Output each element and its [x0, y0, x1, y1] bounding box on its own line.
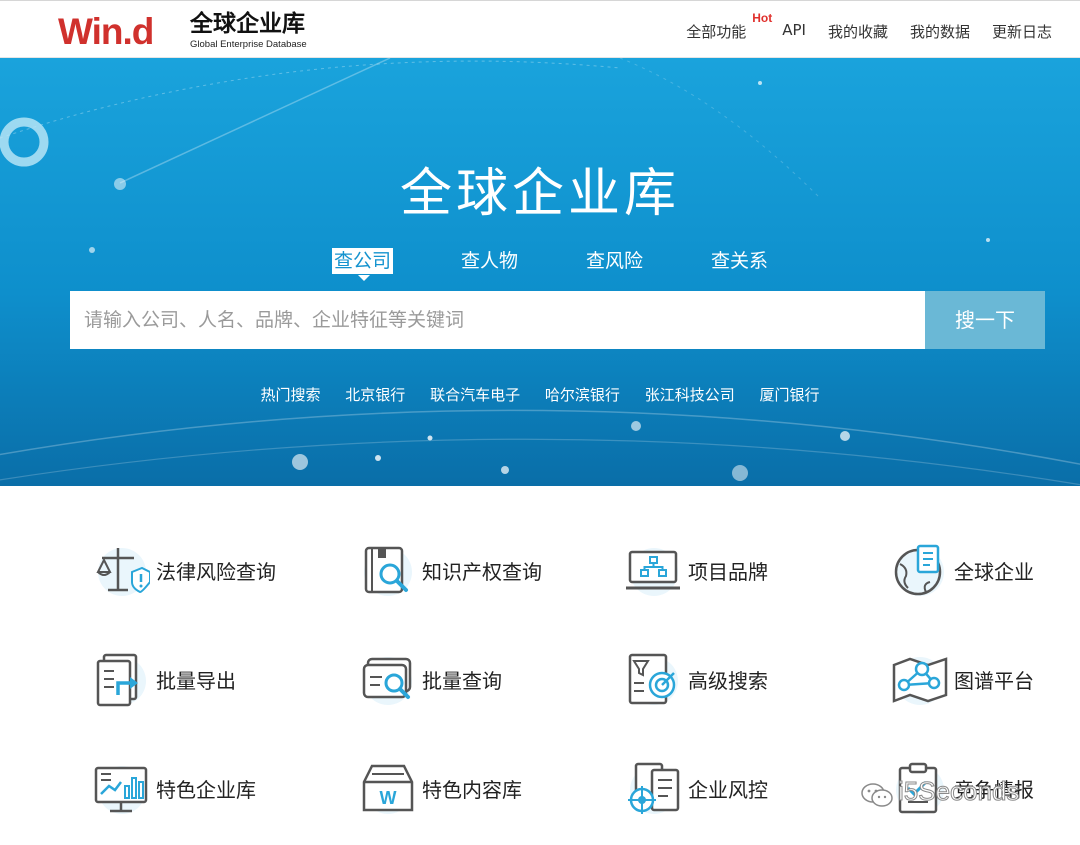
- logo-title: 全球企业库: [190, 11, 305, 37]
- batch-search-icon: [362, 657, 412, 705]
- feature-label: 特色内容库: [422, 777, 522, 802]
- feature-special-enterprise-db[interactable]: 特色企业库: [94, 758, 256, 818]
- top-nav: 全部功能 Hot API 我的收藏 我的数据 更新日志: [686, 11, 1052, 42]
- book-search-icon: [364, 546, 412, 596]
- feature-label: 知识产权查询: [422, 559, 542, 584]
- search-tabs: 查公司 查人物 查风险 查关系: [0, 248, 1080, 281]
- hero-title: 全球企业库: [399, 164, 680, 224]
- feature-special-content-db[interactable]: W 特色内容库: [360, 758, 522, 818]
- scales-icon: [96, 548, 150, 596]
- watermark-text: i5Seconds: [897, 776, 1020, 807]
- feature-label: 批量导出: [156, 668, 236, 693]
- nav-all-features[interactable]: 全部功能 Hot: [686, 11, 772, 42]
- feature-ip-search[interactable]: 知识产权查询: [360, 540, 542, 600]
- page: Win.d 全球企业库 Global Enterprise Database 全…: [0, 0, 1080, 845]
- hot-searches: 热门搜索 北京银行 联合汽车电子 哈尔滨银行 张江科技公司 厦门银行: [0, 384, 1080, 405]
- svg-text:W: W: [380, 788, 397, 808]
- feature-risk-control[interactable]: 企业风控: [626, 758, 768, 818]
- feature-legal-risk[interactable]: 法律风险查询: [94, 540, 276, 600]
- nav-favorites[interactable]: 我的收藏: [828, 21, 888, 42]
- tab-company[interactable]: 查公司: [332, 248, 394, 274]
- search-input[interactable]: [70, 291, 925, 349]
- feature-advanced-search[interactable]: 高级搜索: [626, 649, 768, 709]
- hot-search-link[interactable]: 张江科技公司: [645, 386, 735, 404]
- active-tab-caret: [358, 275, 370, 281]
- globe-document-icon: [894, 544, 944, 596]
- feature-label: 特色企业库: [156, 777, 256, 802]
- feature-label: 批量查询: [422, 668, 502, 693]
- feature-batch-export[interactable]: 批量导出: [94, 649, 236, 709]
- document-export-icon: [96, 653, 146, 707]
- feature-label: 图谱平台: [954, 668, 1034, 693]
- hero-banner: 全球企业库 查公司 查人物 查风险 查关系 搜一下 热门搜索 北京银行 联合汽车…: [0, 58, 1080, 486]
- logo-subtitle: Global Enterprise Database: [190, 39, 307, 50]
- feature-label: 法律风险查询: [156, 559, 276, 584]
- hot-badge: Hot: [752, 11, 773, 25]
- document-crosshair-icon: [628, 762, 680, 814]
- logo-mark: Win.d: [58, 11, 154, 52]
- tab-relation[interactable]: 查关系: [709, 248, 770, 274]
- nav-api[interactable]: API: [782, 21, 806, 42]
- hot-searches-label: 热门搜索: [260, 386, 321, 404]
- search-button[interactable]: 搜一下: [925, 291, 1045, 349]
- archive-box-icon: W: [362, 764, 414, 814]
- nav-my-data[interactable]: 我的数据: [910, 21, 970, 42]
- hot-search-link[interactable]: 联合汽车电子: [430, 386, 520, 404]
- top-header: Win.d 全球企业库 Global Enterprise Database 全…: [0, 0, 1080, 58]
- feature-label: 高级搜索: [688, 668, 768, 693]
- feature-batch-search[interactable]: 批量查询: [360, 649, 502, 709]
- feature-global-enterprise[interactable]: 全球企业: [892, 540, 1034, 600]
- filter-target-icon: [628, 653, 678, 705]
- monitor-chart-icon: [94, 766, 148, 814]
- network-map-icon: [892, 657, 948, 705]
- tab-person[interactable]: 查人物: [459, 248, 520, 274]
- feature-label: 全球企业: [954, 559, 1034, 584]
- nav-all-features-label: 全部功能: [686, 23, 747, 41]
- feature-project-brand[interactable]: 项目品牌: [626, 540, 768, 600]
- feature-label: 项目品牌: [688, 559, 768, 584]
- feature-graph-platform[interactable]: 图谱平台: [892, 649, 1034, 709]
- wechat-icon: [861, 783, 893, 807]
- hot-search-link[interactable]: 北京银行: [345, 386, 405, 404]
- hot-search-link[interactable]: 哈尔滨银行: [545, 386, 620, 404]
- org-chart-monitor-icon: [626, 548, 680, 596]
- hot-search-link[interactable]: 厦门银行: [759, 386, 819, 404]
- nav-changelog[interactable]: 更新日志: [992, 21, 1052, 42]
- feature-label: 企业风控: [688, 777, 768, 802]
- tab-risk[interactable]: 查风险: [584, 248, 645, 274]
